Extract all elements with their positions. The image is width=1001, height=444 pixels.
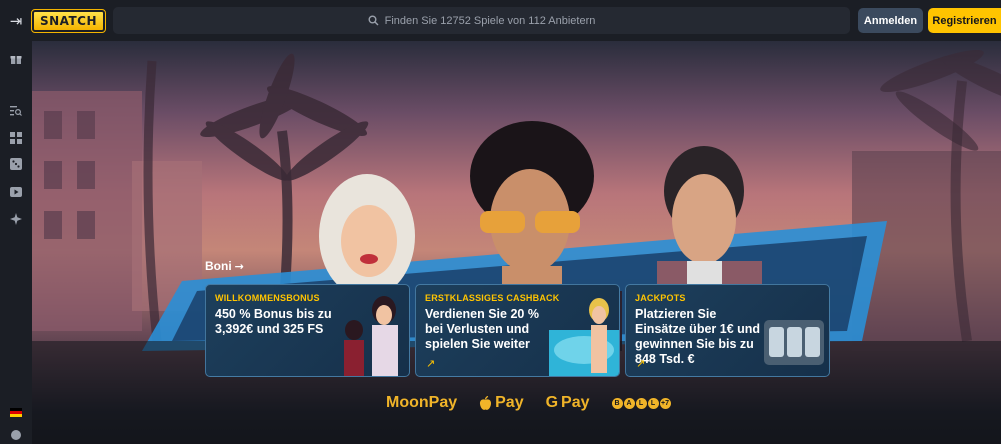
search-input[interactable]: Finden Sie 12752 Spiele von 112 Anbieter… bbox=[113, 7, 850, 34]
arrow-up-right-icon: ↗ bbox=[636, 357, 646, 370]
card-text: Verdienen Sie 20 % bei Verlusten und spi… bbox=[425, 307, 539, 351]
search-icon bbox=[368, 15, 379, 26]
live-play-icon[interactable] bbox=[9, 185, 23, 199]
search-placeholder: Finden Sie 12752 Spiele von 112 Anbieter… bbox=[384, 14, 596, 27]
card-title: WILLKOMMENSBONUS bbox=[215, 293, 320, 303]
arrow-up-right-icon: ↗ bbox=[426, 357, 436, 370]
ball-extra: +7 bbox=[659, 397, 671, 409]
payment-methods: MoonPay Pay G Pay B A L L +7 bbox=[386, 394, 671, 412]
gift-icon[interactable] bbox=[9, 52, 23, 66]
chat-icon[interactable] bbox=[9, 428, 23, 442]
card-title: ERSTKLASSIGES CASHBACK bbox=[425, 293, 560, 303]
bonus-section-link[interactable]: Boni → bbox=[205, 259, 244, 273]
bonus-card-welcome[interactable]: WILLKOMMENSBONUS 450 % Bonus bis zu 3,39… bbox=[205, 284, 410, 377]
card-text: 450 % Bonus bis zu 3,392€ und 325 FS bbox=[215, 307, 332, 336]
games-grid-icon[interactable] bbox=[9, 131, 23, 145]
apple-icon bbox=[480, 395, 492, 410]
login-button[interactable]: Anmelden bbox=[858, 8, 923, 33]
ball-letter: A bbox=[623, 397, 635, 409]
ball-letter: L bbox=[647, 397, 659, 409]
balls-logo: B A L L +7 bbox=[611, 397, 671, 409]
moonpay-logo: MoonPay bbox=[386, 394, 457, 412]
sidebar bbox=[0, 41, 32, 444]
dice-icon[interactable] bbox=[9, 157, 23, 171]
ball-letter: L bbox=[635, 397, 647, 409]
moonpay-label: MoonPay bbox=[386, 394, 458, 411]
apple-pay-label: Pay bbox=[495, 394, 524, 411]
app: ⇥ SNATCH Finden Sie 12752 Spiele von 112… bbox=[0, 0, 1001, 444]
google-pay-label: Pay bbox=[561, 394, 590, 411]
hero-illustration bbox=[32, 49, 1001, 444]
apple-pay-logo: Pay bbox=[479, 394, 524, 412]
ball-letter: B bbox=[611, 397, 623, 409]
google-pay-g: G bbox=[545, 394, 559, 411]
logo[interactable]: SNATCH bbox=[31, 8, 106, 33]
bonus-card-cashback[interactable]: ERSTKLASSIGES CASHBACK Verdienen Sie 20 … bbox=[415, 284, 620, 377]
sparkle-icon[interactable] bbox=[9, 212, 23, 226]
google-pay-logo: G Pay bbox=[546, 394, 590, 412]
search-list-icon[interactable] bbox=[9, 104, 23, 118]
bonus-card-jackpots[interactable]: JACKPOTS Platzieren Sie Einsätze über 1€… bbox=[625, 284, 830, 377]
card-title: JACKPOTS bbox=[635, 293, 686, 303]
register-button[interactable]: Registrieren bbox=[928, 8, 1001, 33]
hero-banner: Boni → WILLKOMMENSBONUS 450 % Bonus bis … bbox=[32, 41, 1001, 444]
bonus-section-label: Boni bbox=[205, 259, 232, 273]
arrow-right-icon: → bbox=[234, 259, 244, 273]
card-text: Platzieren Sie Einsätze über 1€ und gewi… bbox=[635, 307, 761, 366]
sidebar-collapse-icon[interactable]: ⇥ bbox=[0, 0, 32, 41]
german-flag-icon[interactable] bbox=[9, 405, 23, 419]
